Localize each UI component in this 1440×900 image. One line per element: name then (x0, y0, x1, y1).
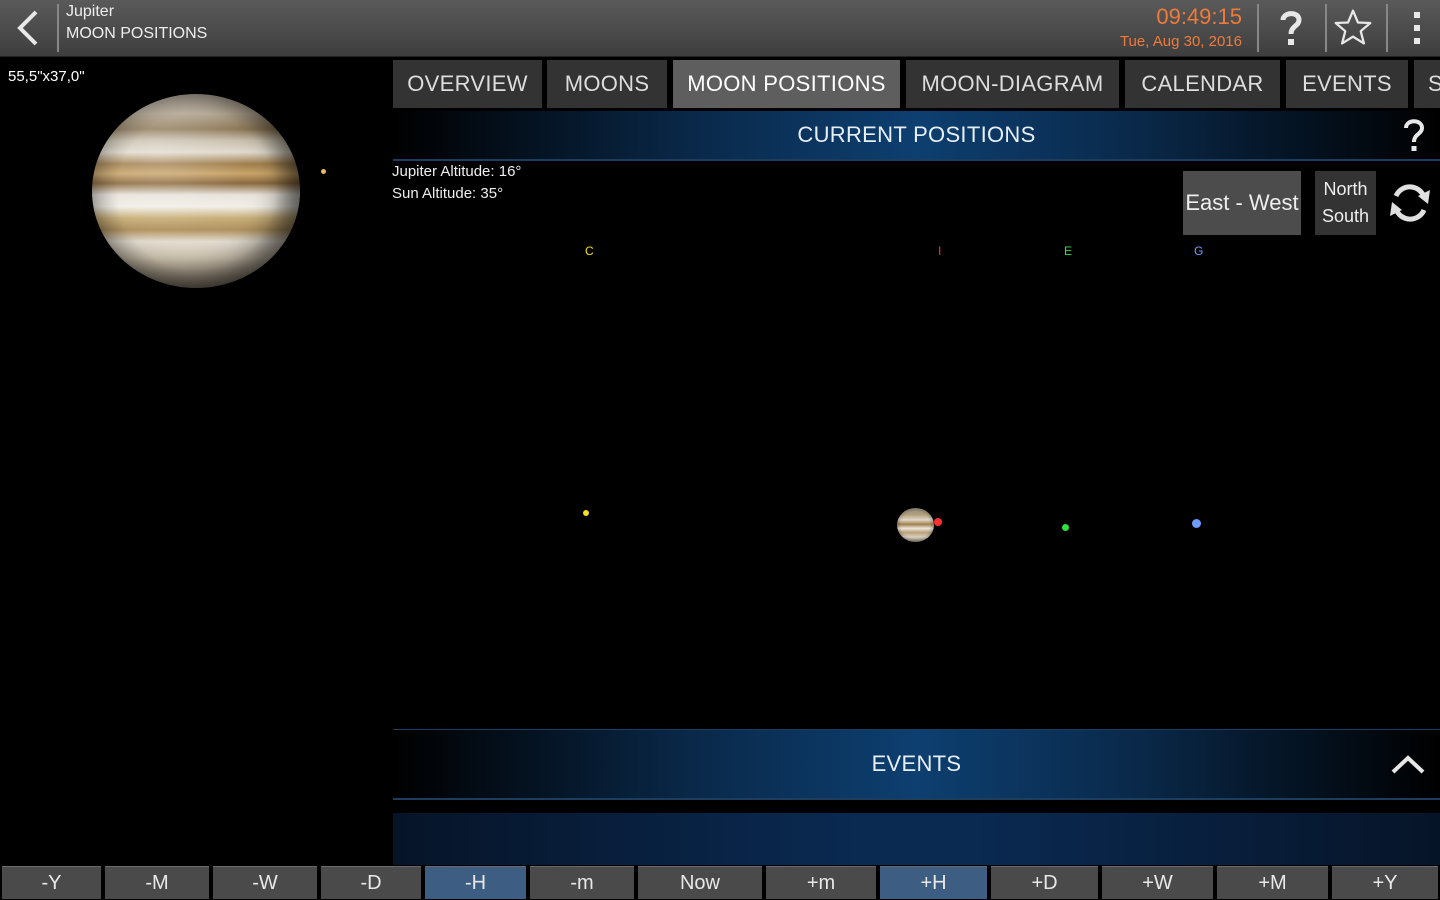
moon-label-text: I (938, 244, 942, 258)
minus-month-button[interactable]: -M (105, 866, 209, 899)
question-mark-icon (1280, 11, 1302, 45)
moon-label-text: C (585, 244, 594, 258)
object-title: Jupiter (66, 3, 115, 20)
moon-label-text: G (1194, 244, 1204, 258)
tab-next[interactable]: S (1414, 60, 1440, 108)
refresh-icon[interactable] (1388, 180, 1432, 226)
tab-moons[interactable]: MOONS (547, 60, 667, 108)
chevron-up-icon[interactable] (1390, 752, 1426, 776)
favorite-button[interactable] (1322, 0, 1384, 56)
current-positions-header: CURRENT POSITIONS (393, 111, 1440, 161)
north-south-button[interactable]: North South (1315, 171, 1376, 235)
tab-label: MOON-DIAGRAM (921, 71, 1104, 96)
help-button[interactable] (1260, 0, 1322, 56)
events-header[interactable]: EVENTS (393, 729, 1440, 800)
events-panel (393, 813, 1440, 865)
plus-week-button[interactable]: +W (1102, 866, 1213, 899)
minus-hour-button[interactable]: -H (425, 866, 526, 899)
clock-date: Tue, Aug 30, 2016 (1119, 33, 1242, 50)
tab-moon-positions[interactable]: MOON POSITIONS (673, 60, 900, 108)
field-of-view-label: 55,5"x37,0" (8, 68, 85, 85)
moon-dot-c (583, 510, 589, 516)
tab-label: EVENTS (1302, 71, 1392, 96)
question-mark-icon[interactable] (1400, 116, 1428, 156)
minus-minute-button[interactable]: -m (530, 866, 634, 899)
tab-moon-diagram[interactable]: MOON-DIAGRAM (906, 60, 1119, 108)
plus-hour-button[interactable]: +H (880, 866, 987, 899)
more-vertical-icon (1414, 12, 1420, 44)
jupiter-marker (897, 508, 934, 542)
overflow-menu-button[interactable] (1394, 0, 1440, 56)
divider (57, 4, 59, 52)
plus-day-button[interactable]: +D (991, 866, 1098, 899)
plus-year-button[interactable]: +Y (1332, 866, 1438, 899)
moon-dot-i (934, 518, 942, 526)
east-west-button[interactable]: East - West (1183, 171, 1301, 235)
tab-label: S (1428, 71, 1440, 96)
minus-day-button[interactable]: -D (321, 866, 421, 899)
now-button[interactable]: Now (638, 866, 762, 899)
chevron-left-icon (17, 10, 38, 46)
moon-label-g: G (1194, 244, 1203, 258)
time-controls: -Y -M -W -D -H -m Now +m +H +D +W +M +Y (0, 866, 1440, 900)
tab-label: CALENDAR (1141, 71, 1264, 96)
jupiter-altitude: Jupiter Altitude: 16° (392, 163, 522, 180)
tab-bar: OVERVIEW MOONS MOON POSITIONS MOON-DIAGR… (393, 60, 1440, 108)
moon-dot-g (1192, 519, 1201, 528)
star-icon (1334, 9, 1372, 45)
tab-label: OVERVIEW (407, 71, 528, 96)
moon-label-i: I (938, 244, 941, 258)
north-label: North (1323, 179, 1368, 199)
moon-label-text: E (1064, 244, 1073, 258)
plus-minute-button[interactable]: +m (766, 866, 876, 899)
tab-label: MOONS (564, 71, 650, 96)
back-button[interactable] (0, 0, 56, 56)
moon-dot-e (1062, 524, 1069, 531)
jupiter-image (92, 94, 300, 288)
tab-events[interactable]: EVENTS (1286, 60, 1408, 108)
clock-time: 09:49:15 (1156, 4, 1242, 29)
minus-week-button[interactable]: -W (213, 866, 317, 899)
moon-label-c: C (585, 244, 594, 258)
moon-dot (321, 169, 326, 174)
tab-overview[interactable]: OVERVIEW (393, 60, 542, 108)
divider (1257, 4, 1259, 52)
south-label: South (1321, 206, 1370, 226)
top-app-bar: Jupiter MOON POSITIONS 09:49:15 Tue, Aug… (0, 0, 1440, 57)
minus-year-button[interactable]: -Y (2, 866, 101, 899)
page-subtitle: MOON POSITIONS (66, 25, 208, 42)
moon-label-e: E (1064, 244, 1072, 258)
tab-calendar[interactable]: CALENDAR (1125, 60, 1280, 108)
divider (1386, 4, 1388, 52)
section-title: CURRENT POSITIONS (797, 122, 1036, 147)
section-title: EVENTS (871, 751, 962, 776)
sun-altitude: Sun Altitude: 35° (392, 185, 504, 202)
plus-month-button[interactable]: +M (1217, 866, 1328, 899)
tab-label: MOON POSITIONS (687, 71, 886, 96)
